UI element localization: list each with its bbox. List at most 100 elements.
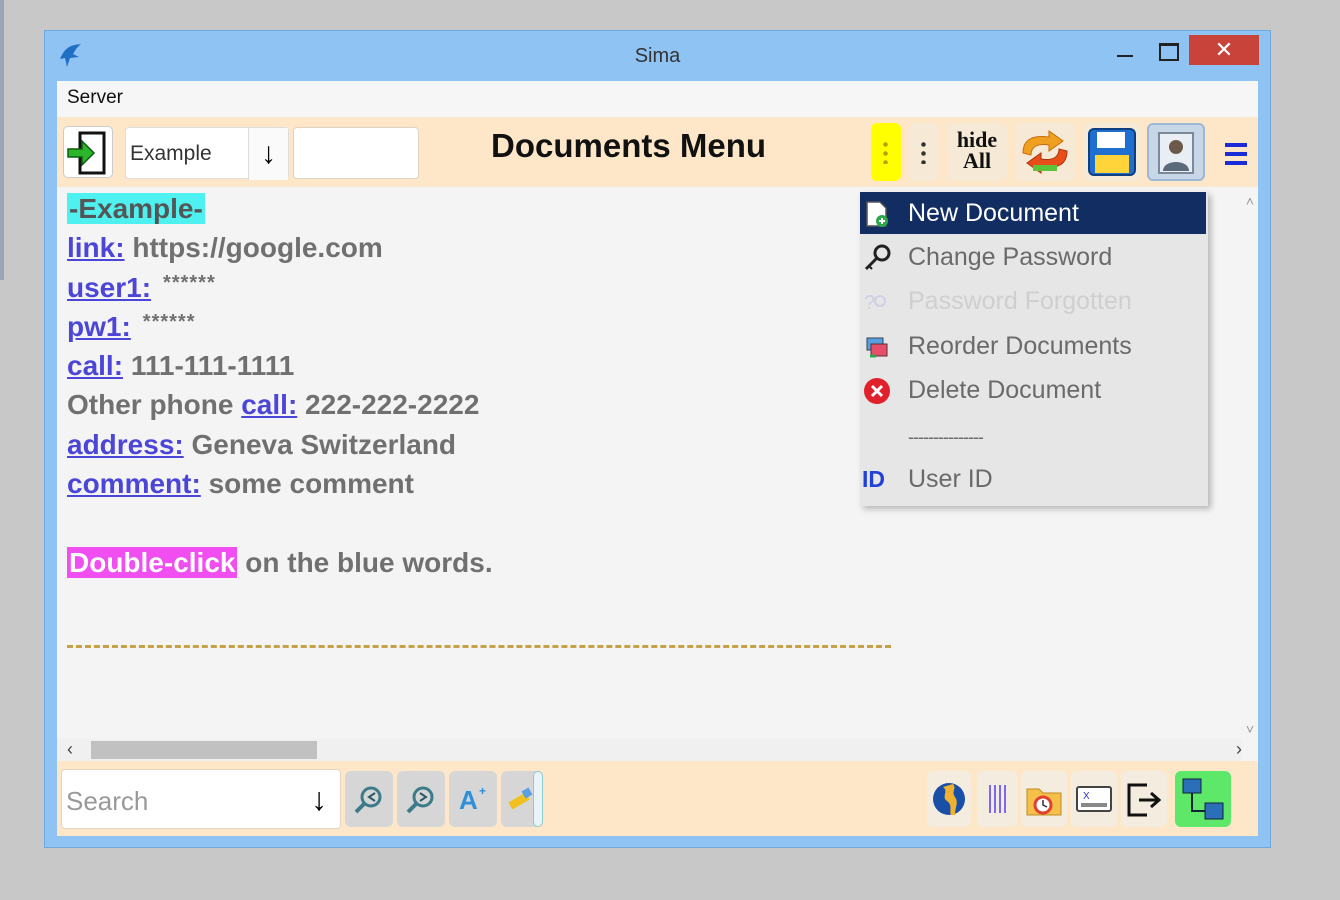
keyboard-export-icon: X: [1076, 786, 1112, 812]
barcode-button[interactable]: [977, 771, 1017, 827]
yellow-kebab-button[interactable]: [871, 123, 901, 181]
user1-label[interactable]: user1:: [67, 272, 151, 303]
search-previous-button[interactable]: [345, 771, 393, 827]
search-previous-icon: [354, 786, 382, 814]
minimize-button[interactable]: [1105, 35, 1145, 65]
other-phone-prefix: Other phone: [67, 389, 234, 421]
maximize-button[interactable]: [1145, 35, 1189, 65]
document-select[interactable]: Example ↓: [125, 127, 289, 180]
address-label[interactable]: address:: [67, 429, 184, 460]
bottom-toolbar: Search ↓ A + X: [57, 761, 1258, 836]
delete-icon: [864, 378, 890, 404]
menu-item-label: Delete Document: [908, 376, 1102, 404]
call-label-2[interactable]: call:: [241, 389, 297, 420]
scroll-up-icon[interactable]: ˄: [1242, 193, 1258, 209]
hamburger-menu-button[interactable]: [1217, 123, 1253, 181]
hide-all-label: hide All: [956, 127, 998, 173]
search-next-button[interactable]: [397, 771, 445, 827]
scroll-down-icon[interactable]: ˅: [1242, 721, 1258, 737]
menu-item-password-forgotten[interactable]: ? Password Forgotten: [860, 280, 1206, 322]
separator-text: ---------------: [908, 427, 984, 447]
user-photo-icon: [1158, 132, 1194, 174]
menu-item-reorder-documents[interactable]: Reorder Documents: [860, 325, 1206, 367]
menu-bar: Server: [57, 81, 1258, 117]
globe-icon: [933, 783, 965, 815]
menu-item-label: Password Forgotten: [908, 287, 1132, 315]
scroll-thumb[interactable]: [91, 741, 317, 759]
logout-icon: [1127, 783, 1162, 817]
address-value: Geneva Switzerland: [191, 428, 457, 460]
hamburger-icon: [1225, 143, 1247, 165]
toolbar-text-input[interactable]: [293, 127, 419, 179]
svg-text:?: ?: [864, 292, 875, 314]
comment-label[interactable]: comment:: [67, 468, 201, 499]
vertical-scrollbar[interactable]: ˄ ˅: [1242, 187, 1258, 739]
document-select-value: Example: [130, 142, 212, 165]
menu-item-delete-document[interactable]: Delete Document: [860, 369, 1206, 411]
menu-separator: ---------------: [860, 414, 1206, 456]
menu-item-label: Change Password: [908, 243, 1113, 271]
menu-item-label: User ID: [908, 465, 993, 493]
menu-item-label: New Document: [908, 199, 1079, 227]
open-document-button[interactable]: [63, 126, 113, 178]
hide-all-button[interactable]: hide All: [947, 123, 1007, 181]
svg-text:A: A: [459, 785, 478, 815]
web-button[interactable]: [927, 771, 971, 827]
menu-server[interactable]: Server: [67, 87, 123, 108]
scroll-right-icon[interactable]: ›: [1236, 739, 1242, 760]
sync-button[interactable]: [1015, 123, 1075, 181]
double-click-highlight: Double-click: [67, 546, 238, 578]
font-size-button[interactable]: A +: [449, 771, 497, 827]
down-arrow-icon[interactable]: ↓: [298, 770, 340, 828]
documents-context-menu: New Document Change Password ? Password …: [860, 192, 1208, 506]
folder-clock-icon: [1026, 788, 1062, 816]
close-button[interactable]: ✕: [1189, 35, 1259, 65]
svg-text:X: X: [1083, 791, 1090, 802]
pw1-label[interactable]: pw1:: [67, 311, 131, 342]
comment-value: some comment: [208, 468, 414, 500]
sync-icon: [1022, 130, 1068, 174]
svg-text:+: +: [479, 784, 486, 798]
dashed-divider: [67, 645, 891, 648]
user-profile-button[interactable]: [1147, 123, 1205, 181]
search-next-icon: [406, 786, 434, 814]
kebab-yellow-icon: [883, 140, 888, 164]
down-arrow-icon[interactable]: ↓: [248, 128, 288, 180]
network-button[interactable]: [1175, 771, 1231, 827]
font-size-icon: A +: [459, 784, 486, 815]
hint-text: on the blue words.: [245, 546, 493, 578]
call-label[interactable]: call:: [67, 350, 123, 381]
new-document-icon: [866, 201, 888, 227]
horizontal-scrollbar[interactable]: ‹ ›: [57, 739, 1242, 761]
menu-item-user-id[interactable]: ID User ID: [860, 458, 1206, 500]
kebab-menu-button[interactable]: [909, 123, 939, 181]
title-bar[interactable]: Sima ✕: [45, 31, 1270, 81]
backup-button[interactable]: [1021, 771, 1067, 827]
link-value: https://google.com: [132, 232, 383, 264]
pw1-value: ******: [142, 310, 196, 333]
floppy-disk-icon: [1088, 128, 1136, 176]
page-title: Documents Menu: [491, 127, 767, 164]
desktop-edge: [0, 0, 4, 280]
export-button[interactable]: X: [1071, 771, 1117, 827]
save-button[interactable]: [1083, 123, 1141, 181]
reorder-icon: [866, 337, 888, 358]
search-input[interactable]: Search: [66, 786, 148, 817]
menu-item-change-password[interactable]: Change Password: [860, 236, 1206, 278]
document-title: -Example-: [67, 193, 205, 224]
scroll-left-icon[interactable]: ‹: [67, 739, 73, 760]
barcode-icon: [989, 785, 1006, 813]
link-label[interactable]: link:: [67, 232, 125, 263]
search-box[interactable]: Search ↓: [61, 769, 341, 829]
call-value-2: 222-222-2222: [305, 389, 480, 421]
logout-button[interactable]: [1121, 771, 1167, 827]
enter-arrow-icon: [67, 131, 106, 175]
bottom-toolbar-expander[interactable]: [533, 771, 543, 827]
user1-value: ******: [163, 271, 216, 294]
network-icon: [1182, 778, 1224, 820]
key-icon: [864, 244, 891, 271]
menu-item-new-document[interactable]: New Document: [860, 192, 1206, 234]
call-value: 111-111-1111: [130, 350, 295, 382]
id-icon: ID: [862, 466, 885, 492]
top-toolbar: Example ↓ Documents Menu hide All: [57, 117, 1258, 187]
